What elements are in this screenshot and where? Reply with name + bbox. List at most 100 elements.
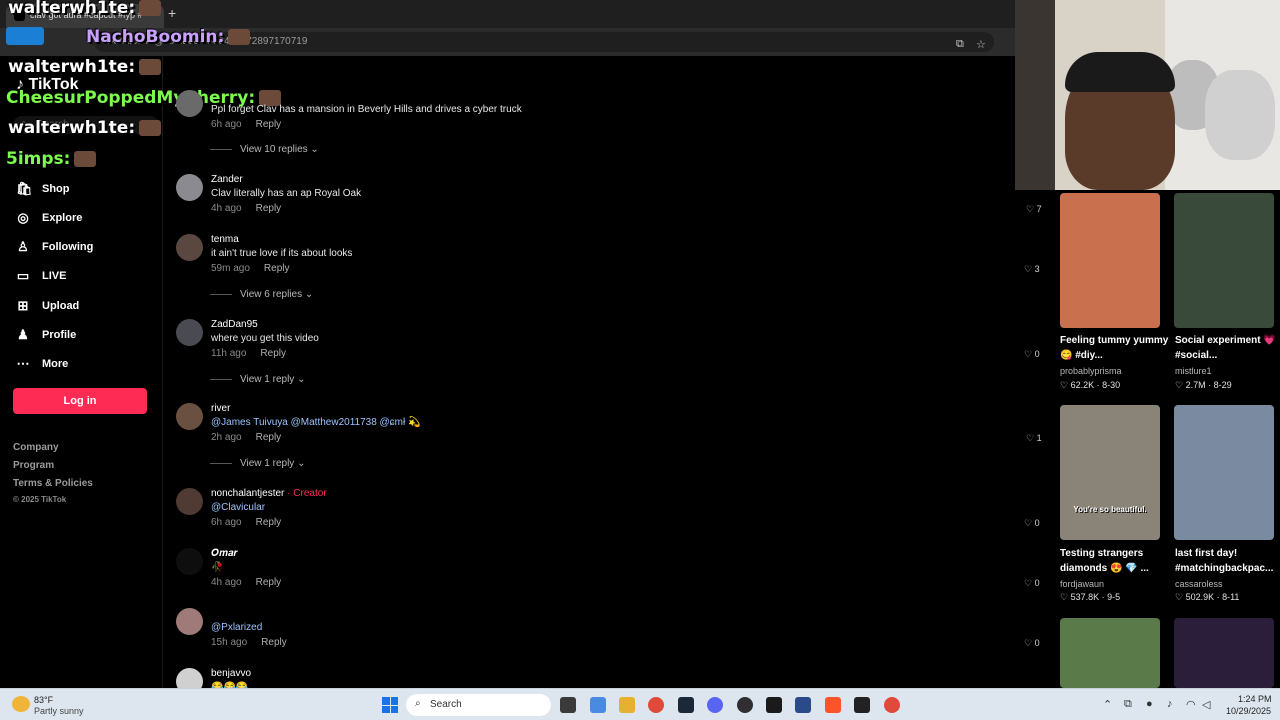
- tray-app-icon[interactable]: ●: [1146, 698, 1153, 710]
- video-title[interactable]: Social experiment 💗#social...: [1175, 333, 1277, 363]
- app-icon[interactable]: [766, 697, 782, 713]
- view-replies-button[interactable]: View 1 reply ⌄: [210, 374, 305, 385]
- avatar[interactable]: [176, 319, 203, 346]
- comment-username[interactable]: Zander: [211, 174, 243, 185]
- view-replies-button[interactable]: View 10 replies ⌄: [210, 144, 319, 155]
- video-title[interactable]: Feeling tummy yummy 😋 #diy...: [1060, 333, 1170, 363]
- like-button[interactable]: ♡ 0: [1024, 518, 1040, 529]
- comment-time: 15h ago: [211, 637, 248, 648]
- steam-icon[interactable]: [678, 697, 694, 713]
- chrome-icon[interactable]: [648, 697, 664, 713]
- login-button[interactable]: Log in: [13, 388, 147, 414]
- chevron-up-icon[interactable]: ⌃: [1103, 698, 1112, 711]
- bookmark-star-icon[interactable]: ☆: [976, 38, 986, 51]
- reply-button[interactable]: Reply: [256, 432, 282, 443]
- avatar[interactable]: [176, 234, 203, 261]
- brave-icon[interactable]: [825, 697, 841, 713]
- sidebar-item-label: More: [42, 358, 69, 370]
- taskbar-search[interactable]: ⌕ Search: [406, 694, 551, 716]
- like-button[interactable]: ♡ 0: [1024, 349, 1040, 360]
- file-explorer-icon[interactable]: [619, 697, 635, 713]
- video-author[interactable]: mistlure1: [1175, 366, 1212, 376]
- comment-username[interactable]: tenma: [211, 234, 239, 245]
- video-thumbnail[interactable]: [1174, 193, 1274, 328]
- like-button[interactable]: ♡ 0: [1024, 638, 1040, 649]
- comment-username[interactable]: benjavvo: [211, 668, 251, 679]
- copilot-icon[interactable]: [590, 697, 606, 713]
- footer-link-terms[interactable]: Terms & Policies: [13, 478, 93, 489]
- comment-meta: 59m ago Reply: [211, 263, 290, 274]
- chevron-down-icon: ⌄: [297, 374, 306, 385]
- avatar[interactable]: [176, 548, 203, 575]
- sidebar-item-following[interactable]: ♙ Following: [16, 239, 93, 255]
- reply-button[interactable]: Reply: [261, 637, 287, 648]
- comment-username[interactable]: ZadDan95: [211, 319, 258, 330]
- comment-username[interactable]: 𝑶𝒎𝒂𝒓: [211, 548, 238, 559]
- network-icon[interactable]: ⧉: [1124, 698, 1132, 711]
- install-icon[interactable]: ⧉: [956, 38, 964, 51]
- view-replies-button[interactable]: View 1 reply ⌄: [210, 458, 305, 469]
- footer-link-program[interactable]: Program: [13, 460, 54, 471]
- comment-text: @Pxlarized: [211, 622, 263, 633]
- video-thumbnail[interactable]: [1174, 618, 1274, 688]
- profile-icon: ♟: [17, 327, 29, 342]
- reply-button[interactable]: Reply: [256, 203, 282, 214]
- clock-time[interactable]: 1:24 PM: [1238, 694, 1272, 704]
- avatar[interactable]: [176, 488, 203, 515]
- sidebar-item-live[interactable]: ▭ LIVE: [16, 268, 67, 284]
- sidebar-item-profile[interactable]: ♟ Profile: [16, 327, 76, 343]
- reply-button[interactable]: Reply: [260, 348, 286, 359]
- sidebar-item-shop[interactable]: 🛍 Shop: [16, 181, 70, 197]
- avatar[interactable]: [176, 174, 203, 201]
- like-button[interactable]: ♡ 1: [1026, 433, 1042, 444]
- avatar[interactable]: [176, 608, 203, 635]
- video-title[interactable]: last first day! #matchingbackpac...: [1175, 546, 1277, 576]
- app-icon[interactable]: [854, 697, 870, 713]
- webcam-figure: [1205, 70, 1275, 160]
- compass-icon: ◎: [17, 210, 29, 225]
- like-count: 0: [1034, 638, 1040, 648]
- sidebar-item-upload[interactable]: ⊞ Upload: [16, 298, 80, 314]
- new-tab-button[interactable]: +: [168, 5, 176, 21]
- video-thumbnail[interactable]: [1174, 405, 1274, 540]
- chrome-icon[interactable]: [884, 697, 900, 713]
- comment-username[interactable]: river: [211, 403, 230, 414]
- weather-icon[interactable]: [12, 696, 30, 712]
- footer-link-company[interactable]: Company: [13, 442, 59, 453]
- windows-start-icon[interactable]: [382, 697, 398, 713]
- volume-icon[interactable]: ◁: [1202, 698, 1210, 711]
- like-button[interactable]: ♡ 3: [1024, 264, 1040, 275]
- comment-username[interactable]: nonchalantjester · Creator: [211, 488, 327, 499]
- avatar[interactable]: [176, 90, 203, 117]
- video-thumbnail[interactable]: You're so beautiful.: [1060, 405, 1160, 540]
- obs-icon[interactable]: [737, 697, 753, 713]
- clock-date[interactable]: 10/29/2025: [1226, 706, 1271, 716]
- terminal-icon[interactable]: [795, 697, 811, 713]
- microphone-icon[interactable]: ♪: [1167, 698, 1173, 710]
- taskview-icon[interactable]: [560, 697, 576, 713]
- like-button[interactable]: ♡ 7: [1026, 204, 1042, 215]
- sidebar-item-explore[interactable]: ◎ Explore: [16, 210, 82, 226]
- video-title[interactable]: Testing strangers diamonds 😍 💎 ...: [1060, 546, 1170, 576]
- reply-button[interactable]: Reply: [256, 517, 282, 528]
- video-author[interactable]: fordjawaun: [1060, 579, 1104, 589]
- video-author[interactable]: cassaroless: [1175, 579, 1223, 589]
- reply-button[interactable]: Reply: [256, 119, 282, 130]
- like-button[interactable]: ♡ 0: [1024, 578, 1040, 589]
- thumbnail-bg: [1060, 618, 1160, 688]
- reply-button[interactable]: Reply: [256, 577, 282, 588]
- avatar[interactable]: [176, 403, 203, 430]
- view-replies-button[interactable]: View 6 replies ⌄: [210, 289, 313, 300]
- video-thumbnail[interactable]: [1060, 193, 1160, 328]
- discord-icon[interactable]: [707, 697, 723, 713]
- sidebar-item-more[interactable]: ⋯ More: [16, 356, 69, 372]
- wifi-icon[interactable]: ◠: [1186, 698, 1196, 711]
- reply-button[interactable]: Reply: [264, 263, 290, 274]
- video-author[interactable]: probablyprisma: [1060, 366, 1122, 376]
- like-count: 7: [1036, 204, 1042, 214]
- chevron-down-icon: ⌄: [297, 458, 306, 469]
- comment-text: @Clavicular: [211, 502, 266, 513]
- emote-icon: [139, 59, 162, 75]
- video-thumbnail[interactable]: [1060, 618, 1160, 688]
- emote-icon: [74, 151, 97, 167]
